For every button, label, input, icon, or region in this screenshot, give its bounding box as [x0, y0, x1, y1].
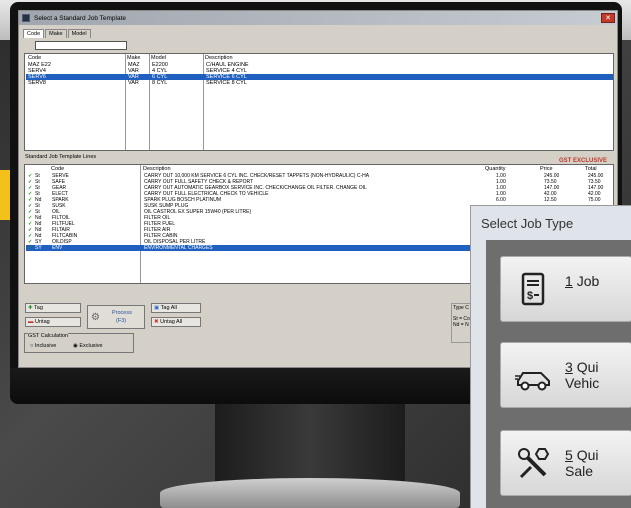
job-type-option-quick-vehicle[interactable]: 3 Qui Vehic: [500, 342, 631, 408]
job-type-title: Select Job Type: [481, 216, 574, 231]
column-header-code[interactable]: Code: [51, 166, 64, 172]
untag-all-button[interactable]: ✖ Untag All: [151, 317, 201, 327]
code-cell-model: 8 CYL: [152, 80, 168, 86]
untag-all-icon: ✖: [154, 319, 159, 325]
checkmark-icon[interactable]: ✓: [28, 245, 32, 251]
dialog-title: Select a Standard Job Template: [34, 14, 127, 22]
job-type-label: 3 Qui Vehic: [565, 359, 600, 391]
tab-make[interactable]: Make: [45, 29, 67, 38]
column-header-quantity[interactable]: Quantity: [485, 166, 505, 172]
column-header-price[interactable]: Price: [540, 166, 553, 172]
column-header-total[interactable]: Total: [585, 166, 597, 172]
column-header-description[interactable]: Description: [205, 55, 233, 61]
minus-icon: ▬: [28, 319, 34, 325]
code-cell-desc: SERVICE 8 CYL: [206, 80, 247, 86]
select-job-type-dialog: Select Job Type $ 1 Job 3 Qui Vehic 5 Qu…: [470, 205, 631, 508]
svg-text:$: $: [527, 290, 533, 302]
line-cell-code: ENV: [52, 245, 63, 251]
monitor-base: [160, 478, 460, 508]
code-cell-make: VAR: [128, 80, 139, 86]
tag-button[interactable]: ✚ Tag: [25, 303, 81, 313]
close-button[interactable]: ✕: [601, 13, 615, 23]
untag-button[interactable]: ▬ Untag: [25, 317, 81, 327]
gst-calculation-group: GST Calculation ○ Inclusive ◉ Exclusive: [24, 333, 134, 353]
title-bar: Select a Standard Job Template: [19, 11, 617, 25]
code-row[interactable]: SERV8 VAR 8 CYL SERVICE 8 CYL: [26, 80, 613, 86]
gst-inclusive-radio[interactable]: ○ Inclusive: [30, 343, 56, 349]
app-icon: [22, 14, 30, 22]
process-button[interactable]: ⚙ Process (F3): [87, 305, 145, 329]
wrench-bolt-icon: [518, 448, 550, 479]
gst-exclusive-radio[interactable]: ◉ Exclusive: [73, 343, 103, 349]
job-type-label: 5 Qui Sale: [565, 447, 599, 479]
column-header-model[interactable]: Model: [151, 55, 166, 61]
gears-icon: ⚙: [91, 312, 100, 323]
column-header-make[interactable]: Make: [127, 55, 140, 61]
lines-section-label: Standard Job Template Lines: [25, 154, 97, 160]
tab-code[interactable]: Code: [23, 29, 45, 38]
invoice-icon: $: [521, 272, 545, 306]
car-icon: [515, 372, 550, 391]
column-header-code[interactable]: Code: [28, 55, 41, 61]
plus-icon: ✚: [28, 305, 33, 311]
column-header-description[interactable]: Description: [143, 166, 171, 172]
tag-all-button[interactable]: ▣ Tag All: [151, 303, 201, 313]
search-input[interactable]: [35, 41, 127, 50]
code-cell-code: SERV8: [28, 80, 46, 86]
template-code-grid: Code Make Model Description MAZ E22 MAZ E2…: [24, 53, 614, 151]
tab-model[interactable]: Model: [67, 29, 91, 38]
job-type-option-quick-sale[interactable]: 5 Qui Sale: [500, 430, 631, 496]
monitor-stand: [215, 404, 405, 482]
tag-all-icon: ▣: [154, 305, 160, 311]
job-type-label: 1 Job: [565, 273, 600, 289]
tab-strip: Code Make Model: [23, 29, 92, 38]
line-flag: SY: [35, 245, 42, 251]
line-cell-desc: ENVIRONMENTAL CHARGES: [144, 245, 213, 251]
job-type-option-job[interactable]: $ 1 Job: [500, 256, 631, 322]
job-type-panel: $ 1 Job 3 Qui Vehic 5 Qui Sale: [486, 240, 631, 508]
